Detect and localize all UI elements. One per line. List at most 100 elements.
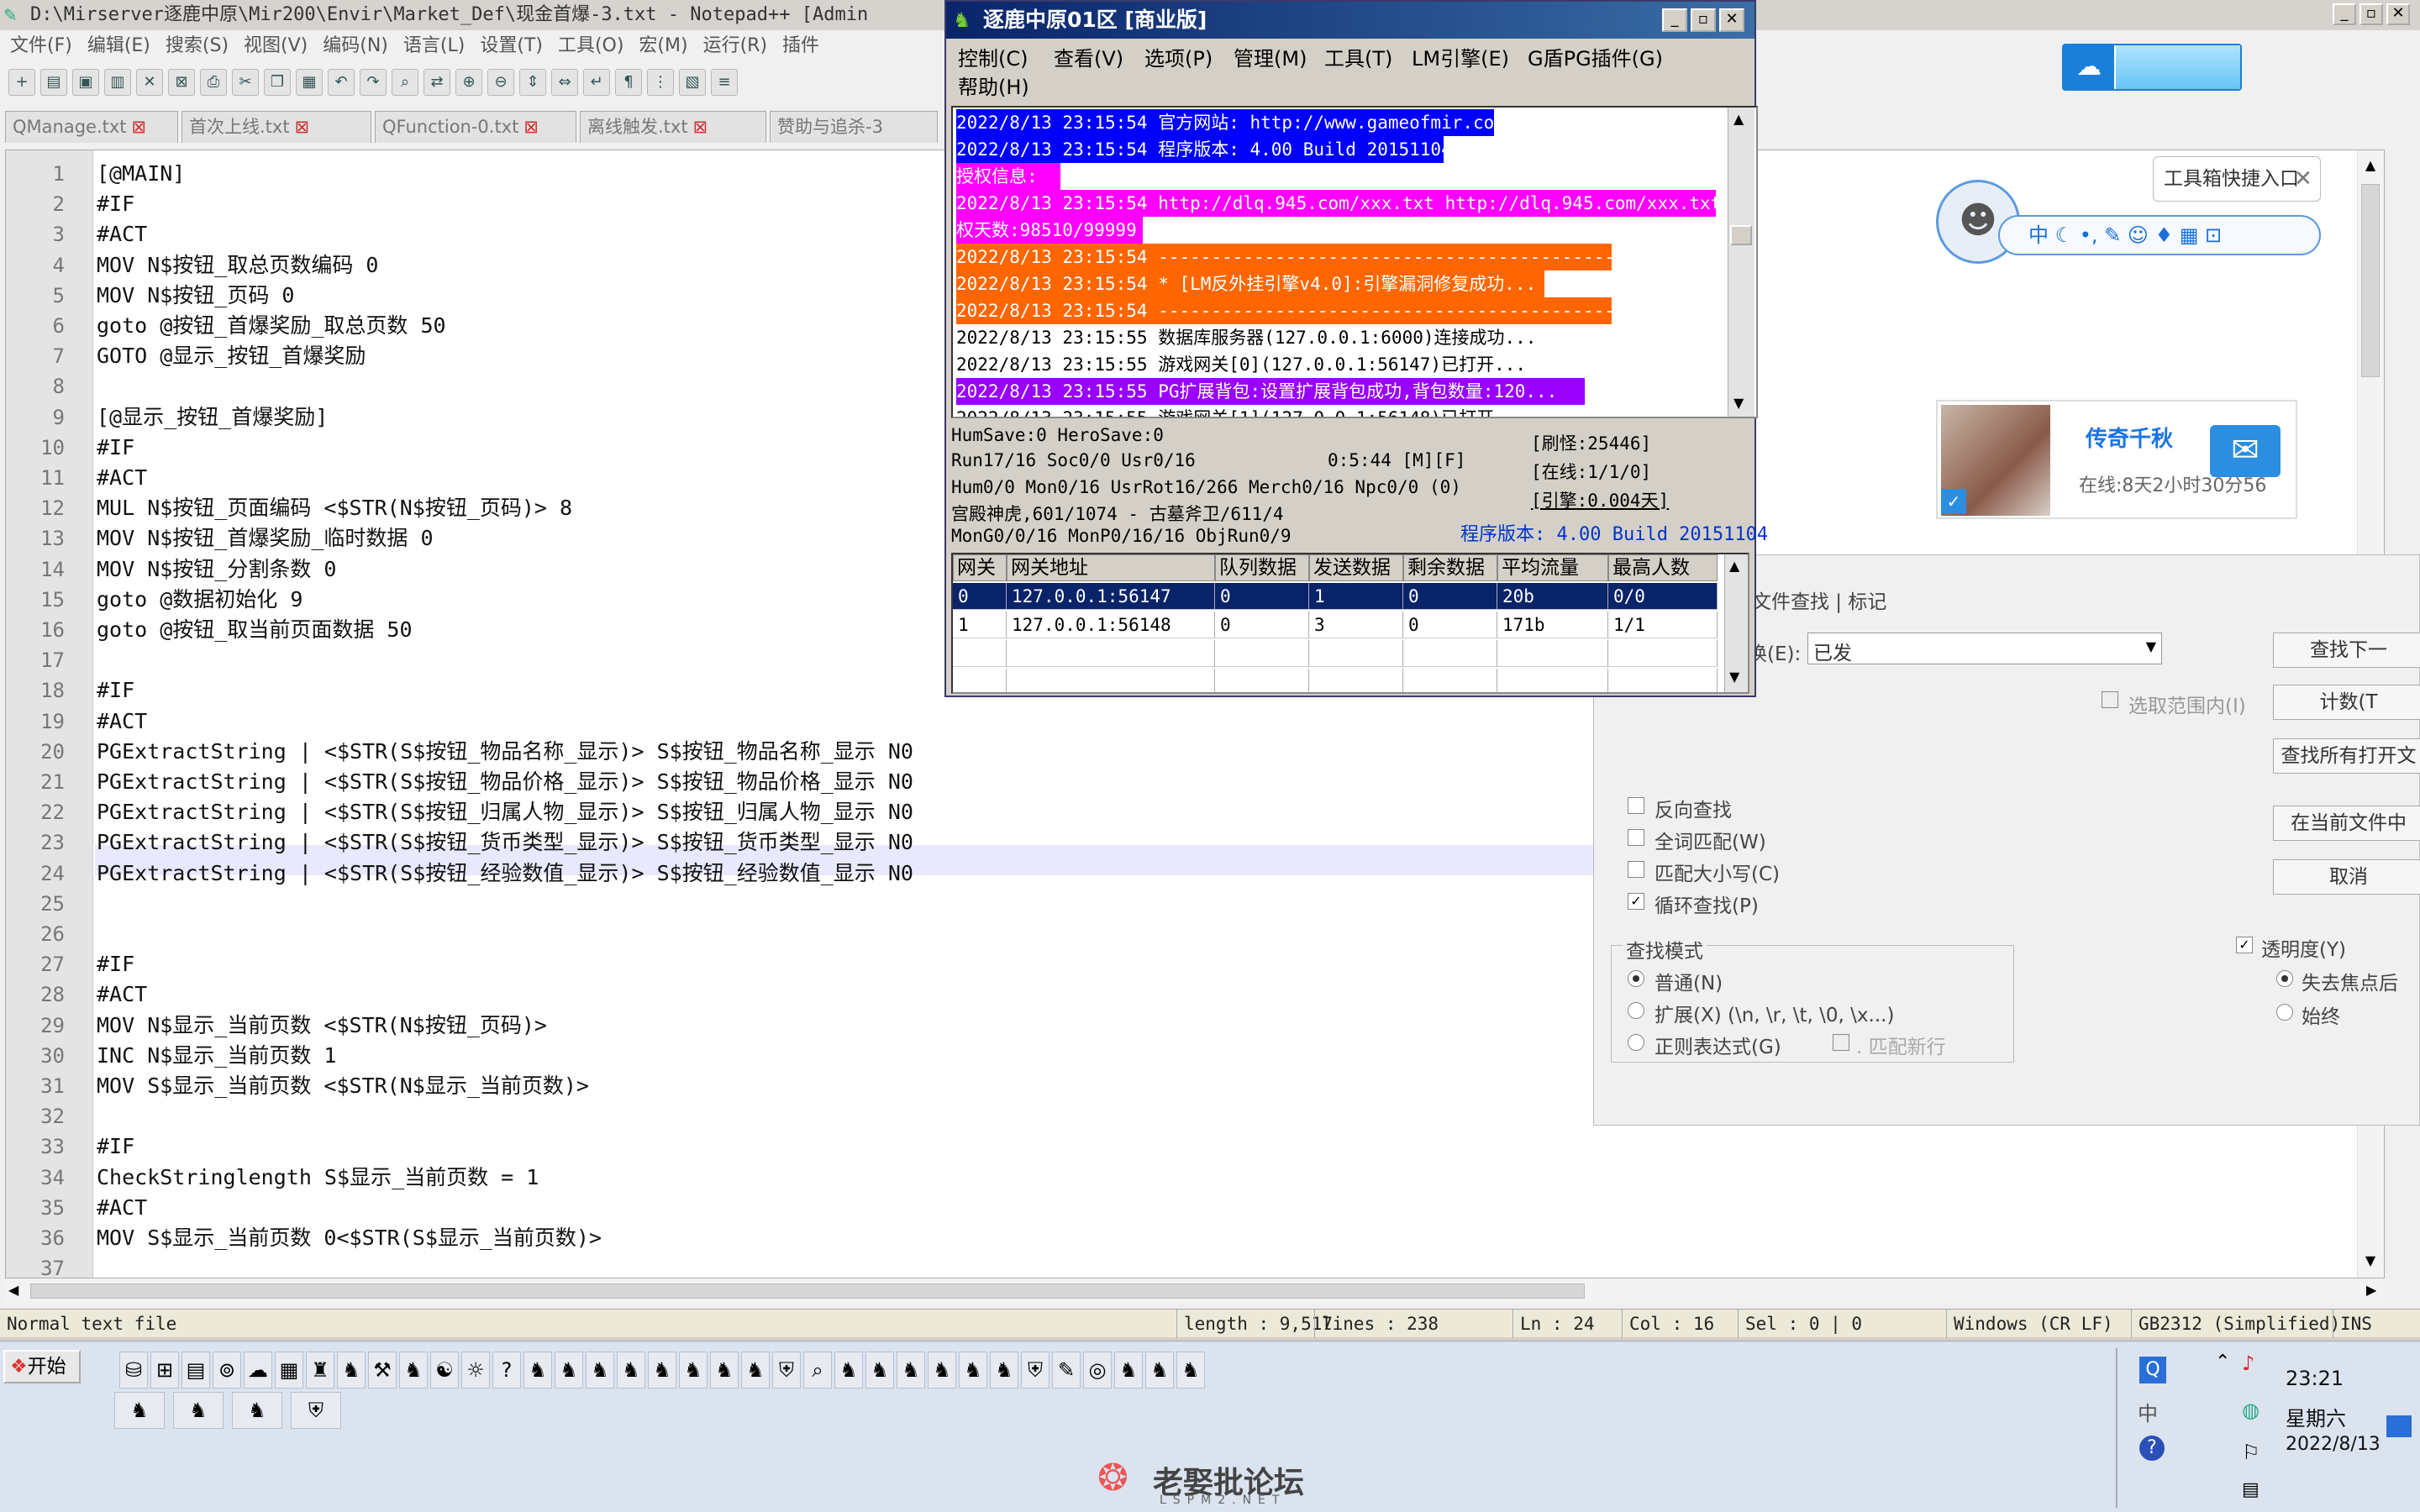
table-header[interactable]: 平均流量: [1497, 554, 1608, 581]
copy-icon[interactable]: ❐: [264, 69, 291, 96]
chevron-down-icon[interactable]: ▼: [2146, 638, 2156, 654]
menu-macro[interactable]: 宏(M): [639, 32, 687, 60]
menu-tools[interactable]: 工具(O): [558, 32, 623, 60]
clock-time[interactable]: 23:21: [2286, 1367, 2344, 1390]
taskbar-app-icon[interactable]: ⛨: [772, 1352, 801, 1389]
taskbar-app-icon[interactable]: ?: [492, 1352, 521, 1389]
taskbar-app-icon[interactable]: ◎: [1083, 1352, 1112, 1389]
table-header[interactable]: 最高人数: [1608, 554, 1718, 581]
table-cell[interactable]: 0: [1215, 583, 1309, 610]
cloud-widget[interactable]: ☁: [2062, 44, 2242, 91]
taskbar-app-icon[interactable]: ♞: [897, 1352, 925, 1389]
scroll-up-icon[interactable]: ▲: [1733, 111, 1744, 127]
menu-search[interactable]: 搜索(S): [166, 32, 229, 60]
show-hidden-icon[interactable]: ⌃: [2215, 1352, 2230, 1373]
code-line[interactable]: PGExtractString | <$STR(S$按钮_经验数值_显示)> S…: [97, 858, 913, 889]
menu-encoding[interactable]: 编码(N): [323, 32, 388, 60]
transparency-checkbox[interactable]: ✓: [2236, 937, 2253, 953]
scroll-down-icon[interactable]: ▼: [2361, 1252, 2380, 1271]
log-scrollbar[interactable]: ▲ ▼: [1728, 108, 1754, 417]
taskbar-app-icon[interactable]: ♞: [1114, 1352, 1143, 1389]
table-cell[interactable]: 0: [1403, 583, 1497, 610]
toolbox-icon-bar[interactable]: 中 ☾ •, ✎ ☺ ♦ ▦ ⊡: [1998, 215, 2321, 255]
save-all-icon[interactable]: ▥: [104, 69, 131, 96]
close-tab-icon[interactable]: ⊠: [132, 117, 147, 137]
match-case-checkbox[interactable]: [1628, 861, 1644, 878]
code-line[interactable]: goto @按钮_首爆奖励_取总页数 50: [97, 311, 446, 341]
taskbar-app-icon[interactable]: ♞: [555, 1352, 583, 1389]
mode-extended-radio[interactable]: [1628, 1002, 1644, 1019]
code-line[interactable]: GOTO @显示_按钮_首爆奖励: [97, 341, 366, 371]
taskbar-app-icon[interactable]: ♞: [990, 1352, 1018, 1389]
taskbar-app-icon[interactable]: ♞: [399, 1352, 428, 1389]
open-file-icon[interactable]: ▤: [40, 69, 67, 96]
menu-file[interactable]: 文件(F): [10, 32, 72, 60]
find-next-button[interactable]: 查找下一: [2273, 633, 2420, 668]
scroll-right-icon[interactable]: ▶: [2366, 1282, 2376, 1298]
table-cell[interactable]: 3: [1309, 612, 1403, 638]
code-line[interactable]: #ACT: [97, 979, 147, 1010]
menu-edit[interactable]: 编辑(E): [87, 32, 150, 60]
close-file-icon[interactable]: ✕: [136, 69, 163, 96]
menu-help[interactable]: 帮助(H): [958, 71, 1029, 100]
table-header[interactable]: 网关地址: [1007, 554, 1215, 581]
cut-icon[interactable]: ✂: [232, 69, 259, 96]
table-cell[interactable]: 0: [1403, 612, 1497, 638]
table-cell[interactable]: 1: [953, 612, 1007, 638]
code-line[interactable]: INC N$显示_当前页数 1: [97, 1041, 336, 1071]
doc-map-icon[interactable]: ▧: [679, 69, 706, 96]
taskbar-app-icon[interactable]: ♞: [586, 1352, 614, 1389]
function-list-icon[interactable]: ≡: [711, 69, 738, 96]
menu-lm-engine[interactable]: LM引擎(E): [1412, 42, 1509, 71]
close-button[interactable]: ✕: [2386, 3, 2410, 25]
h-scrollbar-thumb[interactable]: [30, 1284, 1585, 1299]
zoom-in-icon[interactable]: ⊕: [455, 69, 482, 96]
code-line[interactable]: #IF: [97, 189, 134, 219]
scroll-left-icon[interactable]: ◀: [8, 1282, 18, 1298]
code-line[interactable]: MOV S$显示_当前页数 0<$STR(S$显示_当前页数)>: [97, 1223, 602, 1253]
table-cell[interactable]: 1: [1309, 583, 1403, 610]
code-line[interactable]: goto @按钮_取当前页面数据 50: [97, 615, 413, 645]
log-scrollbar-thumb[interactable]: [1730, 225, 1752, 245]
tab-first-login[interactable]: 首次上线.txt ⊠: [182, 111, 371, 143]
code-line[interactable]: PGExtractString | <$STR(S$按钮_归属人物_显示)> S…: [97, 797, 913, 827]
code-line[interactable]: MUL N$按钮_页面编码 <$STR(N$按钮_页码)> 8: [97, 493, 572, 523]
taskbar-app-icon[interactable]: ♞: [1145, 1352, 1174, 1389]
code-line[interactable]: MOV N$按钮_页码 0: [97, 281, 294, 311]
mode-regex-radio[interactable]: [1628, 1034, 1644, 1051]
server-minimize-button[interactable]: _: [1662, 8, 1687, 32]
table-cell[interactable]: 0: [1215, 612, 1309, 638]
table-header[interactable]: 发送数据: [1309, 554, 1403, 581]
code-line[interactable]: #ACT: [97, 1193, 147, 1223]
horizontal-scrollbar[interactable]: ◀ ▶: [5, 1278, 2385, 1304]
redo-icon[interactable]: ↷: [360, 69, 387, 96]
table-header[interactable]: 队列数据: [1215, 554, 1309, 581]
code-line[interactable]: #IF: [97, 433, 134, 463]
new-file-icon[interactable]: +: [8, 69, 35, 96]
code-line[interactable]: #IF: [97, 949, 134, 979]
replace-combobox[interactable]: 已发 ▼: [1807, 633, 2162, 664]
mail-icon[interactable]: ✉: [2210, 425, 2281, 477]
taskbar-app-icon[interactable]: ♞: [523, 1352, 552, 1389]
taskbar-app-icon[interactable]: ♞: [865, 1352, 894, 1389]
code-line[interactable]: #ACT: [97, 706, 147, 737]
taskbar-window-button[interactable]: ♞: [173, 1392, 224, 1429]
taskbar-app-icon[interactable]: ☯: [430, 1352, 459, 1389]
menu-options[interactable]: 选项(P): [1144, 42, 1213, 71]
code-line[interactable]: PGExtractString | <$STR(S$按钮_物品价格_显示)> S…: [97, 767, 913, 797]
menu-control[interactable]: 控制(C): [958, 42, 1028, 71]
user-card[interactable]: ✓ 传奇千秋 在线:8天2小时30分56 ✉: [1936, 400, 2297, 519]
taskbar-app-icon[interactable]: ⚒: [368, 1352, 397, 1389]
table-cell[interactable]: 127.0.0.1:56147: [1007, 583, 1215, 610]
minimize-button[interactable]: _: [2333, 3, 2356, 25]
undo-icon[interactable]: ↶: [328, 69, 355, 96]
tab-offline-trigger[interactable]: 离线触发.txt ⊠: [580, 111, 766, 143]
code-line[interactable]: MOV N$按钮_取总页数编码 0: [97, 250, 378, 281]
indent-guide-icon[interactable]: ⋮: [647, 69, 674, 96]
table-cell[interactable]: 20b: [1497, 583, 1608, 610]
menu-settings[interactable]: 设置(T): [480, 32, 543, 60]
taskbar-app-icon[interactable]: ▦: [275, 1352, 303, 1389]
flag-icon[interactable]: ⚐: [2242, 1441, 2260, 1464]
taskbar-app-icon[interactable]: ✎: [1052, 1352, 1081, 1389]
cancel-button[interactable]: 取消: [2273, 859, 2420, 895]
